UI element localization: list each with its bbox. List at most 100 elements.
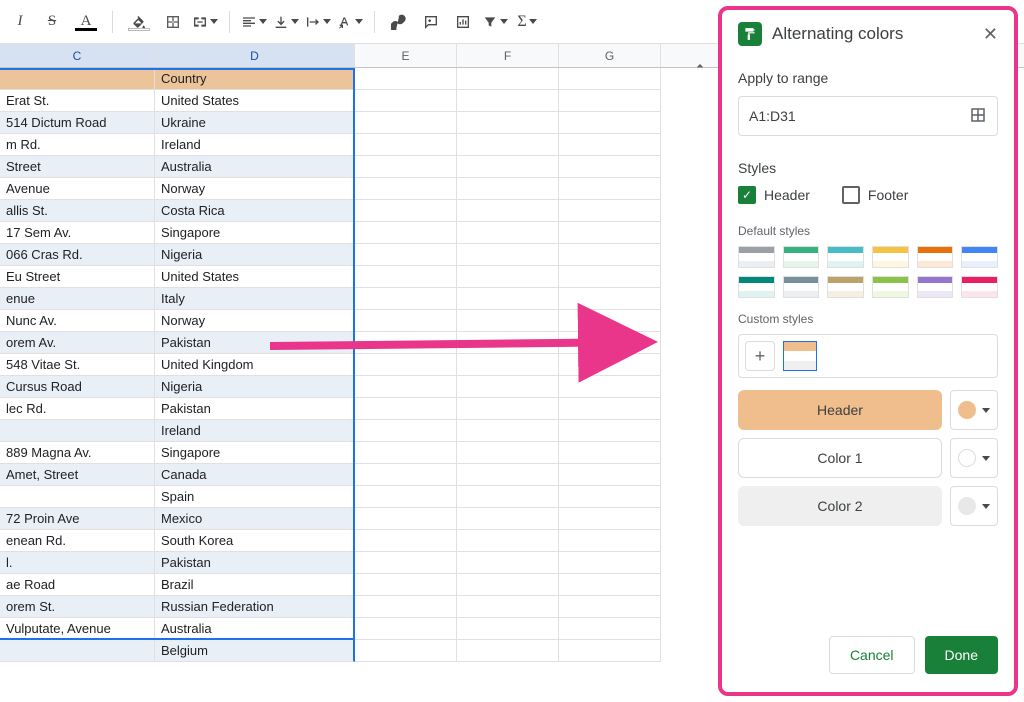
cell[interactable]: Erat St.	[0, 90, 155, 112]
cell[interactable]: 548 Vitae St.	[0, 354, 155, 376]
cell[interactable]: 17 Sem Av.	[0, 222, 155, 244]
style-swatch[interactable]	[872, 246, 909, 268]
cell[interactable]	[0, 420, 155, 442]
style-swatch[interactable]	[738, 246, 775, 268]
cell[interactable]: Norway	[155, 310, 355, 332]
cell[interactable]: Canada	[155, 464, 355, 486]
cell[interactable]	[457, 552, 559, 574]
cell[interactable]	[559, 420, 661, 442]
cell[interactable]	[559, 640, 661, 662]
cell[interactable]	[457, 68, 559, 90]
footer-checkbox[interactable]: Footer	[842, 186, 908, 204]
cell[interactable]: allis St.	[0, 200, 155, 222]
cell[interactable]: Singapore	[155, 222, 355, 244]
cell[interactable]: Country	[155, 68, 355, 90]
cell[interactable]: Italy	[155, 288, 355, 310]
cell[interactable]	[355, 486, 457, 508]
cell[interactable]: Costa Rica	[155, 200, 355, 222]
cell[interactable]: Ireland	[155, 134, 355, 156]
cell[interactable]: enue	[0, 288, 155, 310]
vertical-align-button[interactable]	[272, 8, 300, 36]
cell[interactable]	[457, 508, 559, 530]
cell[interactable]	[559, 398, 661, 420]
cell[interactable]	[559, 552, 661, 574]
cell[interactable]	[355, 574, 457, 596]
cell[interactable]: orem St.	[0, 596, 155, 618]
text-wrap-button[interactable]	[304, 8, 332, 36]
style-swatch[interactable]	[917, 246, 954, 268]
cell[interactable]	[457, 332, 559, 354]
cell[interactable]	[457, 354, 559, 376]
cell[interactable]	[559, 442, 661, 464]
style-swatch[interactable]	[783, 276, 820, 298]
cell[interactable]	[355, 354, 457, 376]
color-picker-button[interactable]	[950, 390, 998, 430]
cell[interactable]: 514 Dictum Road	[0, 112, 155, 134]
cell[interactable]	[355, 90, 457, 112]
cell[interactable]: Mexico	[155, 508, 355, 530]
cell[interactable]	[457, 530, 559, 552]
cell[interactable]: lec Rd.	[0, 398, 155, 420]
range-input[interactable]: A1:D31	[738, 96, 998, 136]
cell[interactable]	[559, 178, 661, 200]
cell[interactable]	[559, 112, 661, 134]
style-swatch[interactable]	[917, 276, 954, 298]
cell[interactable]	[559, 68, 661, 90]
cell[interactable]	[355, 68, 457, 90]
insert-chart-button[interactable]	[449, 8, 477, 36]
style-swatch[interactable]	[872, 276, 909, 298]
cell[interactable]	[355, 442, 457, 464]
add-custom-style-button[interactable]: +	[745, 341, 775, 371]
cell[interactable]	[559, 332, 661, 354]
cell[interactable]	[355, 134, 457, 156]
cell[interactable]	[457, 178, 559, 200]
cell[interactable]	[0, 640, 155, 662]
cell[interactable]	[355, 420, 457, 442]
header-checkbox[interactable]: Header	[738, 186, 810, 204]
cell[interactable]: Ireland	[155, 420, 355, 442]
collapse-panel-button[interactable]	[688, 54, 712, 78]
cell[interactable]: Street	[0, 156, 155, 178]
style-swatch[interactable]	[961, 246, 998, 268]
cell[interactable]	[457, 618, 559, 640]
cell[interactable]	[355, 464, 457, 486]
col-header-f[interactable]: F	[457, 44, 559, 67]
cell[interactable]	[559, 156, 661, 178]
cell[interactable]	[559, 134, 661, 156]
cell[interactable]: Pakistan	[155, 332, 355, 354]
cell[interactable]	[355, 112, 457, 134]
done-button[interactable]: Done	[925, 636, 998, 674]
cell[interactable]	[457, 112, 559, 134]
color-picker-button[interactable]	[950, 486, 998, 526]
style-swatch[interactable]	[827, 246, 864, 268]
cell[interactable]: Nigeria	[155, 376, 355, 398]
cell[interactable]	[457, 266, 559, 288]
cell[interactable]: 72 Proin Ave	[0, 508, 155, 530]
cell[interactable]: Norway	[155, 178, 355, 200]
cell[interactable]	[355, 640, 457, 662]
cell[interactable]: Pakistan	[155, 398, 355, 420]
filter-button[interactable]	[481, 8, 509, 36]
cell[interactable]	[0, 486, 155, 508]
cell[interactable]	[457, 420, 559, 442]
cell[interactable]	[457, 134, 559, 156]
cell[interactable]: l.	[0, 552, 155, 574]
cell[interactable]	[457, 464, 559, 486]
merge-cells-button[interactable]	[191, 8, 219, 36]
cell[interactable]	[457, 244, 559, 266]
close-button[interactable]: ✕	[983, 24, 998, 45]
cell[interactable]	[457, 574, 559, 596]
cell[interactable]	[355, 266, 457, 288]
cell[interactable]: Australia	[155, 156, 355, 178]
strikethrough-button[interactable]: S	[38, 8, 66, 36]
cell[interactable]	[355, 156, 457, 178]
cell[interactable]: Vulputate, Avenue	[0, 618, 155, 640]
text-color-button[interactable]: A	[70, 8, 102, 36]
cell[interactable]	[559, 464, 661, 486]
cell[interactable]: Cursus Road	[0, 376, 155, 398]
cell[interactable]: Singapore	[155, 442, 355, 464]
style-swatch[interactable]	[738, 276, 775, 298]
cell[interactable]: Ukraine	[155, 112, 355, 134]
text-rotation-button[interactable]	[336, 8, 364, 36]
custom-style-preview[interactable]	[783, 341, 817, 371]
